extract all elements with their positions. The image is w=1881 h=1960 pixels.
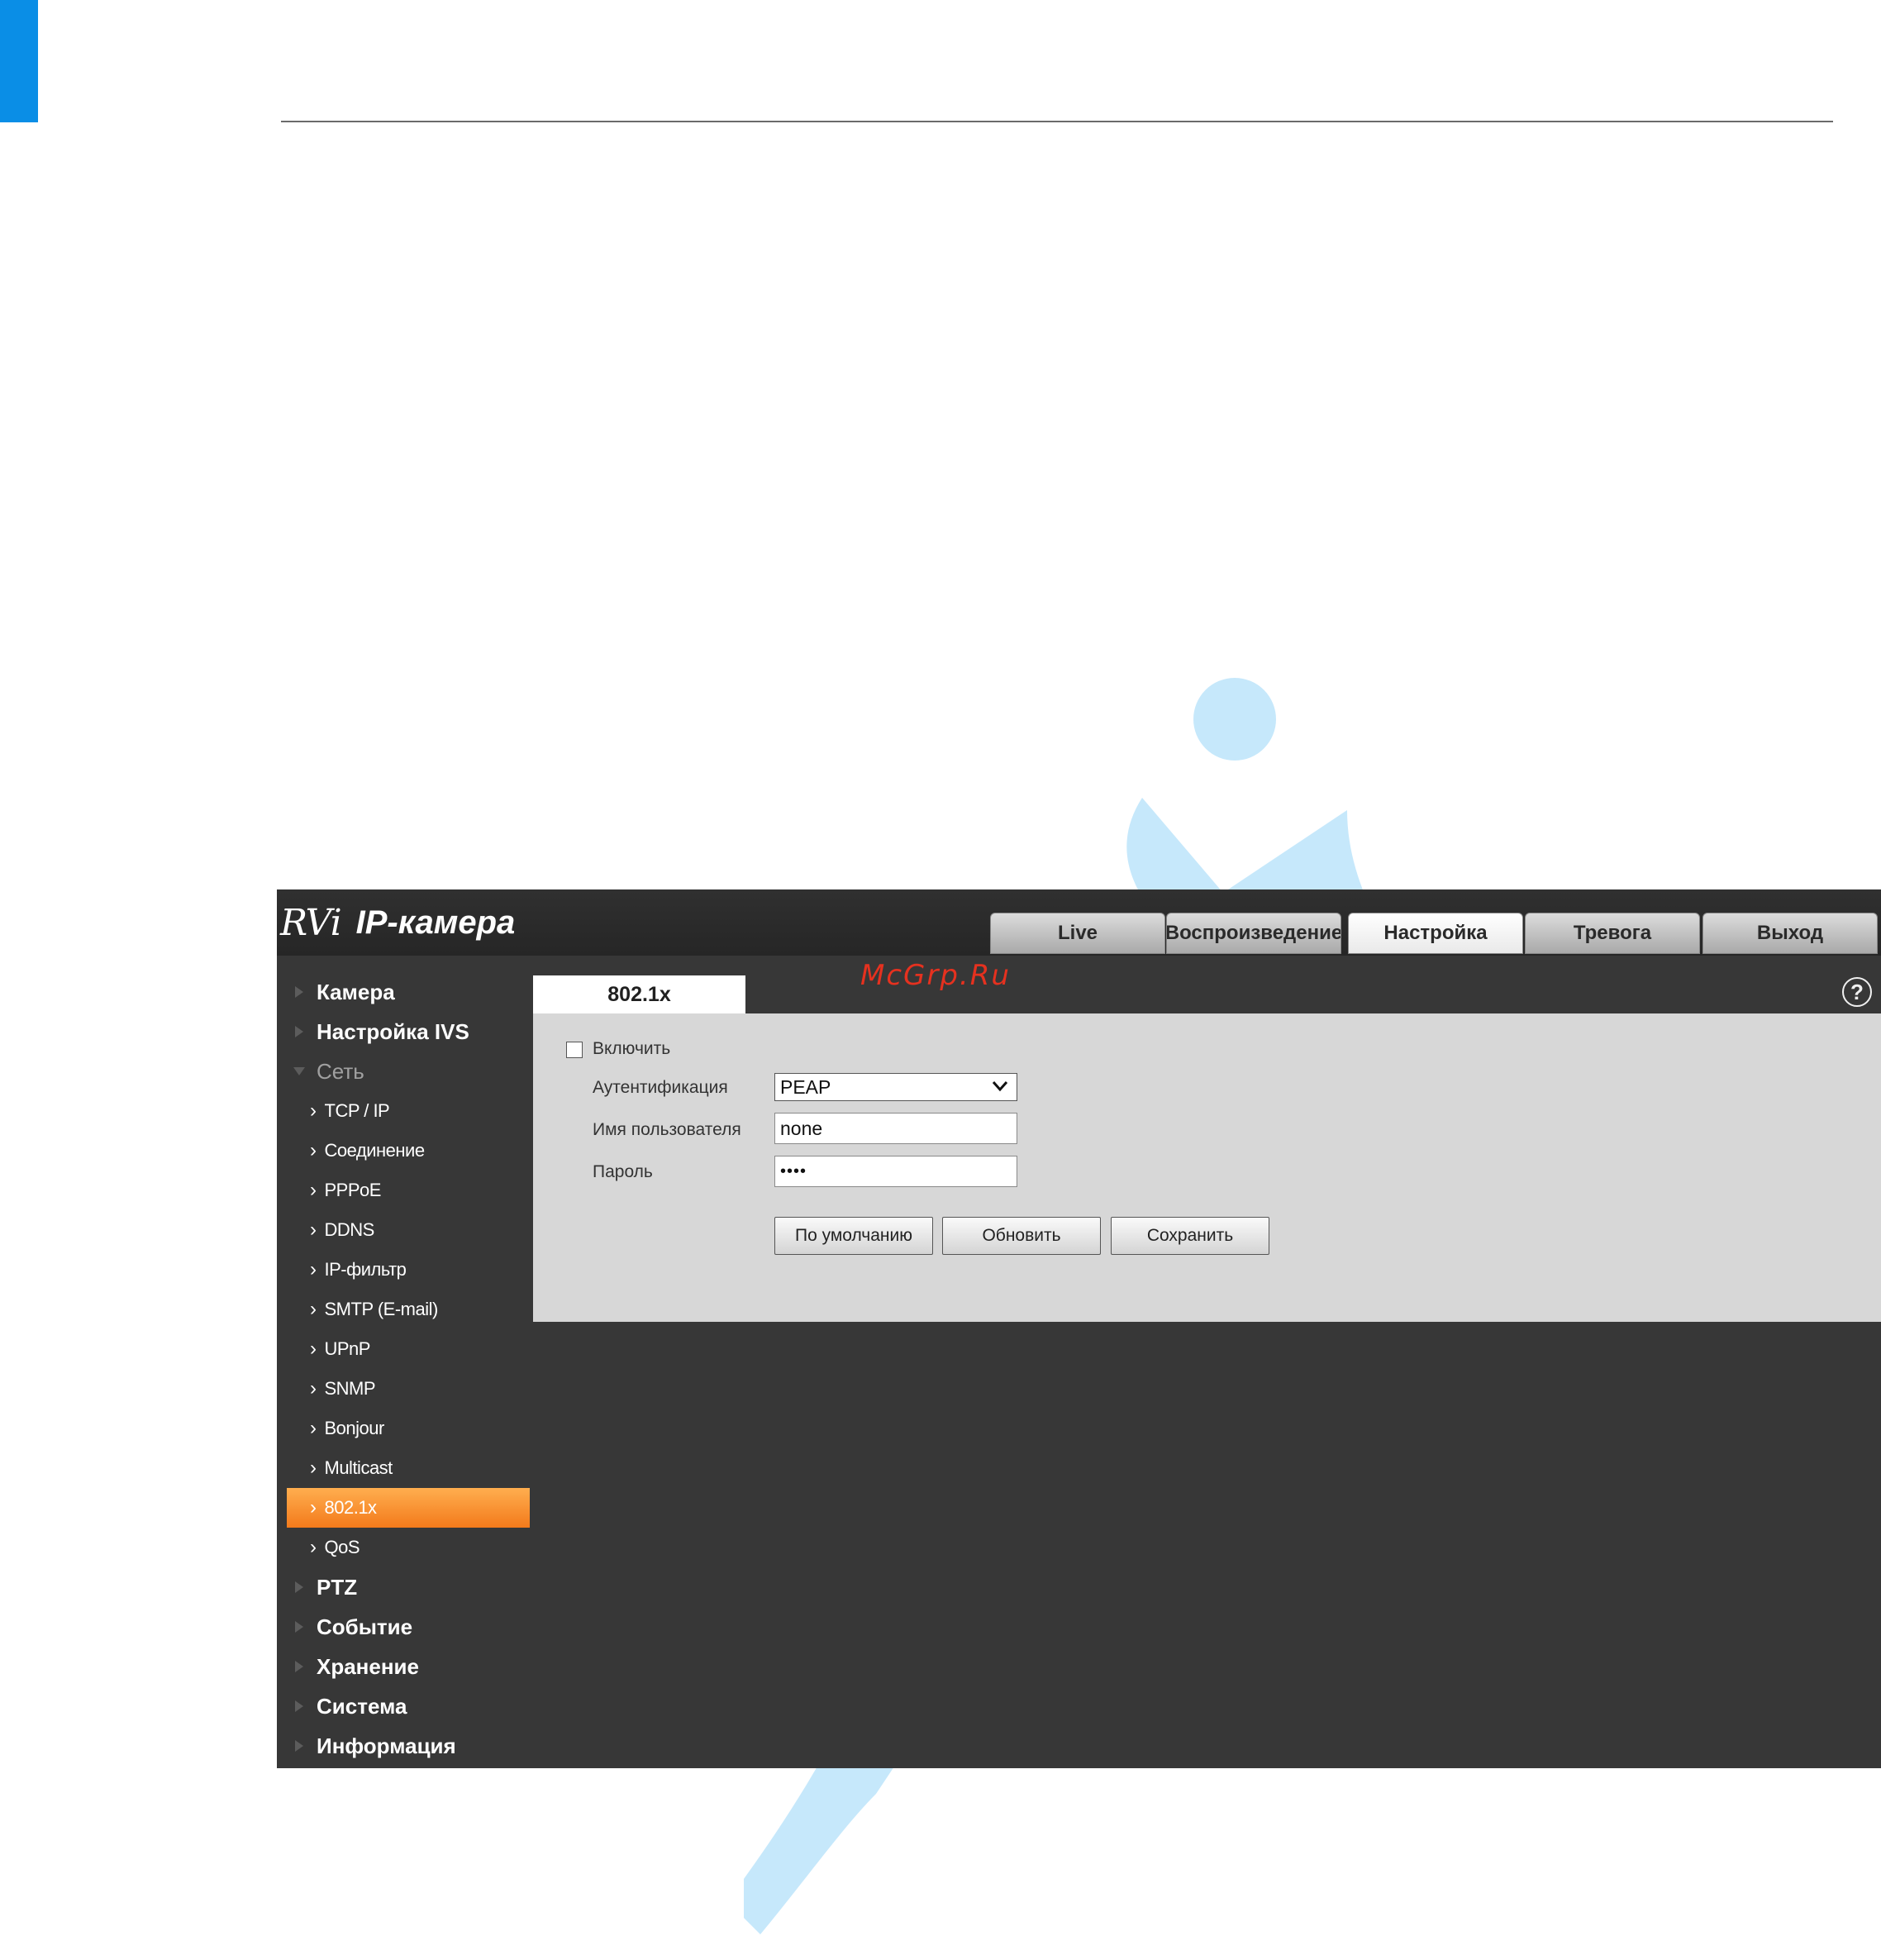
top-bar: RVi IP-камера Live Воспроизведение Настр… <box>277 889 1881 956</box>
sidebar-item-connection[interactable]: › Соединение <box>277 1131 533 1171</box>
tab-logout[interactable]: Выход <box>1702 913 1878 954</box>
sidebar-item-label: Камера <box>317 979 395 1004</box>
camera-web-ui: RVi IP-камера Live Воспроизведение Настр… <box>277 889 1881 1768</box>
sidebar-item-network[interactable]: Сеть <box>277 1052 533 1091</box>
enable-label: Включить <box>593 1039 671 1058</box>
sidebar-item-qos[interactable]: › QoS <box>277 1528 533 1567</box>
sidebar-item-label: Соединение <box>324 1140 426 1161</box>
password-label: Пароль <box>593 1162 653 1181</box>
sidebar-item-label: DDNS <box>324 1219 375 1240</box>
logo-brand: RVi <box>280 901 342 944</box>
username-field[interactable]: none <box>774 1113 1017 1144</box>
sidebar-item-storage[interactable]: Хранение <box>277 1647 533 1686</box>
chevron-right-icon: › <box>310 1218 317 1241</box>
settings-panel: Включить Аутентификация PEAP Имя пользов… <box>533 1013 1881 1322</box>
page-divider <box>281 121 1833 122</box>
sidebar: Камера Настройка IVS Сеть › TCP / IP › Сое… <box>277 972 533 1766</box>
sidebar-item-label: Bonjour <box>324 1418 385 1438</box>
chevron-right-icon: › <box>310 1179 317 1201</box>
sidebar-item-bonjour[interactable]: › Bonjour <box>277 1409 533 1448</box>
logo: RVi IP-камера <box>280 889 515 956</box>
sidebar-item-ivs[interactable]: Настройка IVS <box>277 1012 533 1052</box>
chevron-right-icon: › <box>310 1496 317 1519</box>
sidebar-item-upnp[interactable]: › UPnP <box>277 1329 533 1369</box>
sidebar-item-multicast[interactable]: › Multicast <box>277 1448 533 1488</box>
page-corner-marker <box>0 0 38 122</box>
sidebar-item-label: Информация <box>317 1733 456 1758</box>
sidebar-item-label: UPnP <box>324 1338 371 1359</box>
logo-title: IP-камера <box>355 904 516 941</box>
sidebar-item-ip-filter[interactable]: › IP-фильтр <box>277 1250 533 1290</box>
sidebar-item-smtp[interactable]: › SMTP (E-mail) <box>277 1290 533 1329</box>
username-label: Имя пользователя <box>593 1120 741 1139</box>
sidebar-item-snmp[interactable]: › SNMP <box>277 1369 533 1409</box>
sidebar-item-pppoe[interactable]: › PPPoE <box>277 1171 533 1210</box>
default-button[interactable]: По умолчанию <box>774 1217 933 1255</box>
sidebar-item-info[interactable]: Информация <box>277 1726 533 1766</box>
auth-label: Аутентификация <box>593 1078 728 1097</box>
sidebar-item-label: Multicast <box>324 1457 393 1478</box>
sidebar-item-label: PTZ <box>317 1574 358 1600</box>
sidebar-item-event[interactable]: Событие <box>277 1607 533 1647</box>
expand-arrow-icon <box>295 1661 303 1672</box>
sidebar-item-label: PPPoE <box>324 1180 382 1200</box>
auth-select-value: PEAP <box>780 1075 831 1098</box>
refresh-button[interactable]: Обновить <box>942 1217 1101 1255</box>
sidebar-item-label: SNMP <box>324 1378 376 1399</box>
expand-arrow-icon <box>295 1700 303 1712</box>
expand-arrow-icon <box>295 1621 303 1633</box>
chevron-right-icon: › <box>310 1417 317 1439</box>
sidebar-item-camera[interactable]: Камера <box>277 972 533 1012</box>
sidebar-item-label: TCP / IP <box>324 1100 390 1121</box>
expand-arrow-icon <box>295 1740 303 1752</box>
chevron-right-icon: › <box>310 1139 317 1161</box>
sidebar-item-8021x[interactable]: › 802.1x <box>287 1488 530 1528</box>
sidebar-item-system[interactable]: Система <box>277 1686 533 1726</box>
chevron-right-icon: › <box>310 1258 317 1280</box>
help-icon[interactable]: ? <box>1842 977 1872 1007</box>
sidebar-item-label: 802.1x <box>324 1497 378 1518</box>
sidebar-item-label: QoS <box>324 1537 360 1557</box>
expand-arrow-icon <box>295 1026 303 1037</box>
sidebar-item-label: Настройка IVS <box>317 1018 469 1044</box>
sidebar-item-label: Событие <box>317 1614 413 1639</box>
sidebar-item-ddns[interactable]: › DDNS <box>277 1210 533 1250</box>
expand-arrow-icon <box>295 1581 303 1593</box>
tab-settings[interactable]: Настройка <box>1348 913 1523 954</box>
chevron-right-icon: › <box>310 1298 317 1320</box>
chevron-right-icon: › <box>310 1338 317 1360</box>
tab-live[interactable]: Live <box>990 913 1165 954</box>
chevron-right-icon: › <box>310 1099 317 1122</box>
sidebar-item-label: Хранение <box>317 1653 419 1679</box>
sidebar-item-label: SMTP (E-mail) <box>324 1299 439 1319</box>
tab-alarm[interactable]: Тревога <box>1525 913 1700 954</box>
chevron-down-icon <box>992 1081 1008 1092</box>
tab-playback[interactable]: Воспроизведение <box>1166 913 1341 954</box>
password-field[interactable]: •••• <box>774 1156 1017 1187</box>
sidebar-item-label: Сеть <box>317 1058 364 1084</box>
collapse-arrow-icon <box>293 1067 305 1075</box>
chevron-right-icon: › <box>310 1536 317 1558</box>
tab-8021x[interactable]: 802.1x <box>533 975 745 1013</box>
sidebar-item-label: IP-фильтр <box>324 1259 407 1280</box>
expand-arrow-icon <box>295 986 303 998</box>
enable-checkbox[interactable] <box>566 1042 583 1058</box>
chevron-right-icon: › <box>310 1457 317 1479</box>
save-button[interactable]: Сохранить <box>1111 1217 1269 1255</box>
auth-select[interactable]: PEAP <box>774 1073 1017 1101</box>
sidebar-item-label: Система <box>317 1693 407 1719</box>
watermark-text: McGrp.Ru <box>860 959 1011 992</box>
chevron-right-icon: › <box>310 1377 317 1400</box>
sidebar-item-ptz[interactable]: PTZ <box>277 1567 533 1607</box>
sidebar-item-tcpip[interactable]: › TCP / IP <box>277 1091 533 1131</box>
